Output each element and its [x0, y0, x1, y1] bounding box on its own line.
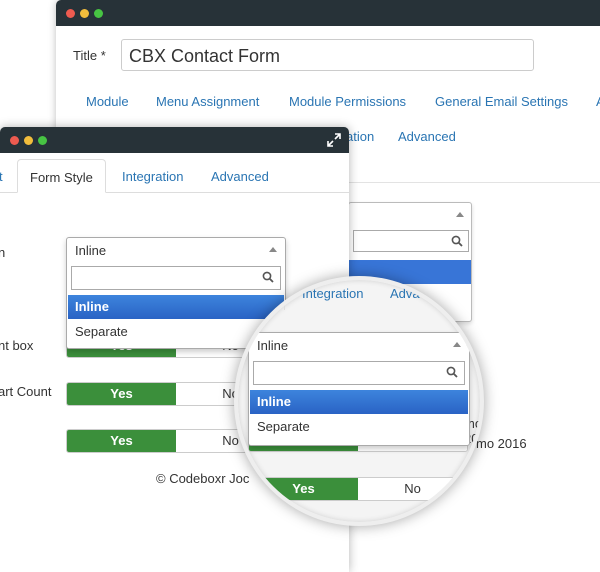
dropdown-search-input[interactable] [353, 230, 469, 252]
tab-prev-partial[interactable]: t [0, 159, 3, 193]
form-tabs: t Form Style Integration Advanced [0, 159, 349, 193]
window-titlebar [0, 127, 349, 153]
field-label-style: n [0, 245, 6, 260]
select-option-separate[interactable]: Separate [250, 415, 468, 439]
tab-module-permissions[interactable]: Module Permissions [289, 94, 406, 109]
tab-divider [284, 280, 285, 310]
window-titlebar [56, 0, 600, 26]
expand-icon[interactable] [327, 133, 341, 147]
select-current-value: Inline [75, 243, 107, 258]
title-label: Title * [73, 48, 106, 63]
tab-general-email-settings[interactable]: General Email Settings [435, 94, 568, 109]
caret-up-icon [456, 212, 464, 217]
year-text: mo 2016 [476, 436, 527, 451]
caret-up-icon [453, 342, 461, 347]
select-option-inline[interactable]: Inline [250, 390, 468, 414]
tab-form-style[interactable]: Form Style [17, 159, 106, 193]
tab-advanced-partial[interactable]: Adva [390, 286, 420, 301]
search-icon [451, 235, 463, 247]
toggle-no-button[interactable]: No [358, 478, 467, 500]
toggle-yes-button[interactable]: Yes [249, 478, 358, 500]
search-icon [446, 366, 458, 378]
field-label-count: art Count [0, 384, 52, 399]
toggle-yes-button[interactable]: Yes [67, 383, 176, 405]
tab-integration[interactable]: Integration [122, 159, 183, 193]
close-window-button[interactable] [66, 9, 75, 18]
tab-integration[interactable]: Integration [302, 286, 363, 301]
tab-more[interactable]: A [596, 94, 600, 109]
tab-module[interactable]: Module [86, 94, 129, 109]
minimize-window-button[interactable] [80, 9, 89, 18]
select-current-value: Inline [257, 338, 289, 353]
tab-menu-assignment[interactable]: Menu Assignment [156, 94, 259, 109]
close-window-button[interactable] [10, 136, 19, 145]
zoom-window-button[interactable] [38, 136, 47, 145]
yes-no-toggle[interactable]: Yes No [248, 477, 468, 501]
title-input[interactable]: CBX Contact Form [121, 39, 534, 71]
select-search-input[interactable] [253, 361, 465, 385]
field-label-box: nt box [0, 338, 34, 353]
magnifier-lens: Integration Adva mo 2016 No Yes No Yes N… [234, 276, 484, 526]
minimize-window-button[interactable] [24, 136, 33, 145]
zoom-window-button[interactable] [94, 9, 103, 18]
caret-up-icon [269, 247, 277, 252]
toggle-yes-button[interactable]: Yes [67, 430, 176, 452]
tab-advanced[interactable]: Advanced [398, 129, 456, 144]
tab-advanced[interactable]: Advanced [211, 159, 269, 193]
tab-integration-partial[interactable]: ation [346, 129, 374, 144]
copyright-footer: © Codeboxr Joc [156, 471, 250, 486]
form-style-select[interactable]: Inline Inline Separate [248, 332, 470, 446]
